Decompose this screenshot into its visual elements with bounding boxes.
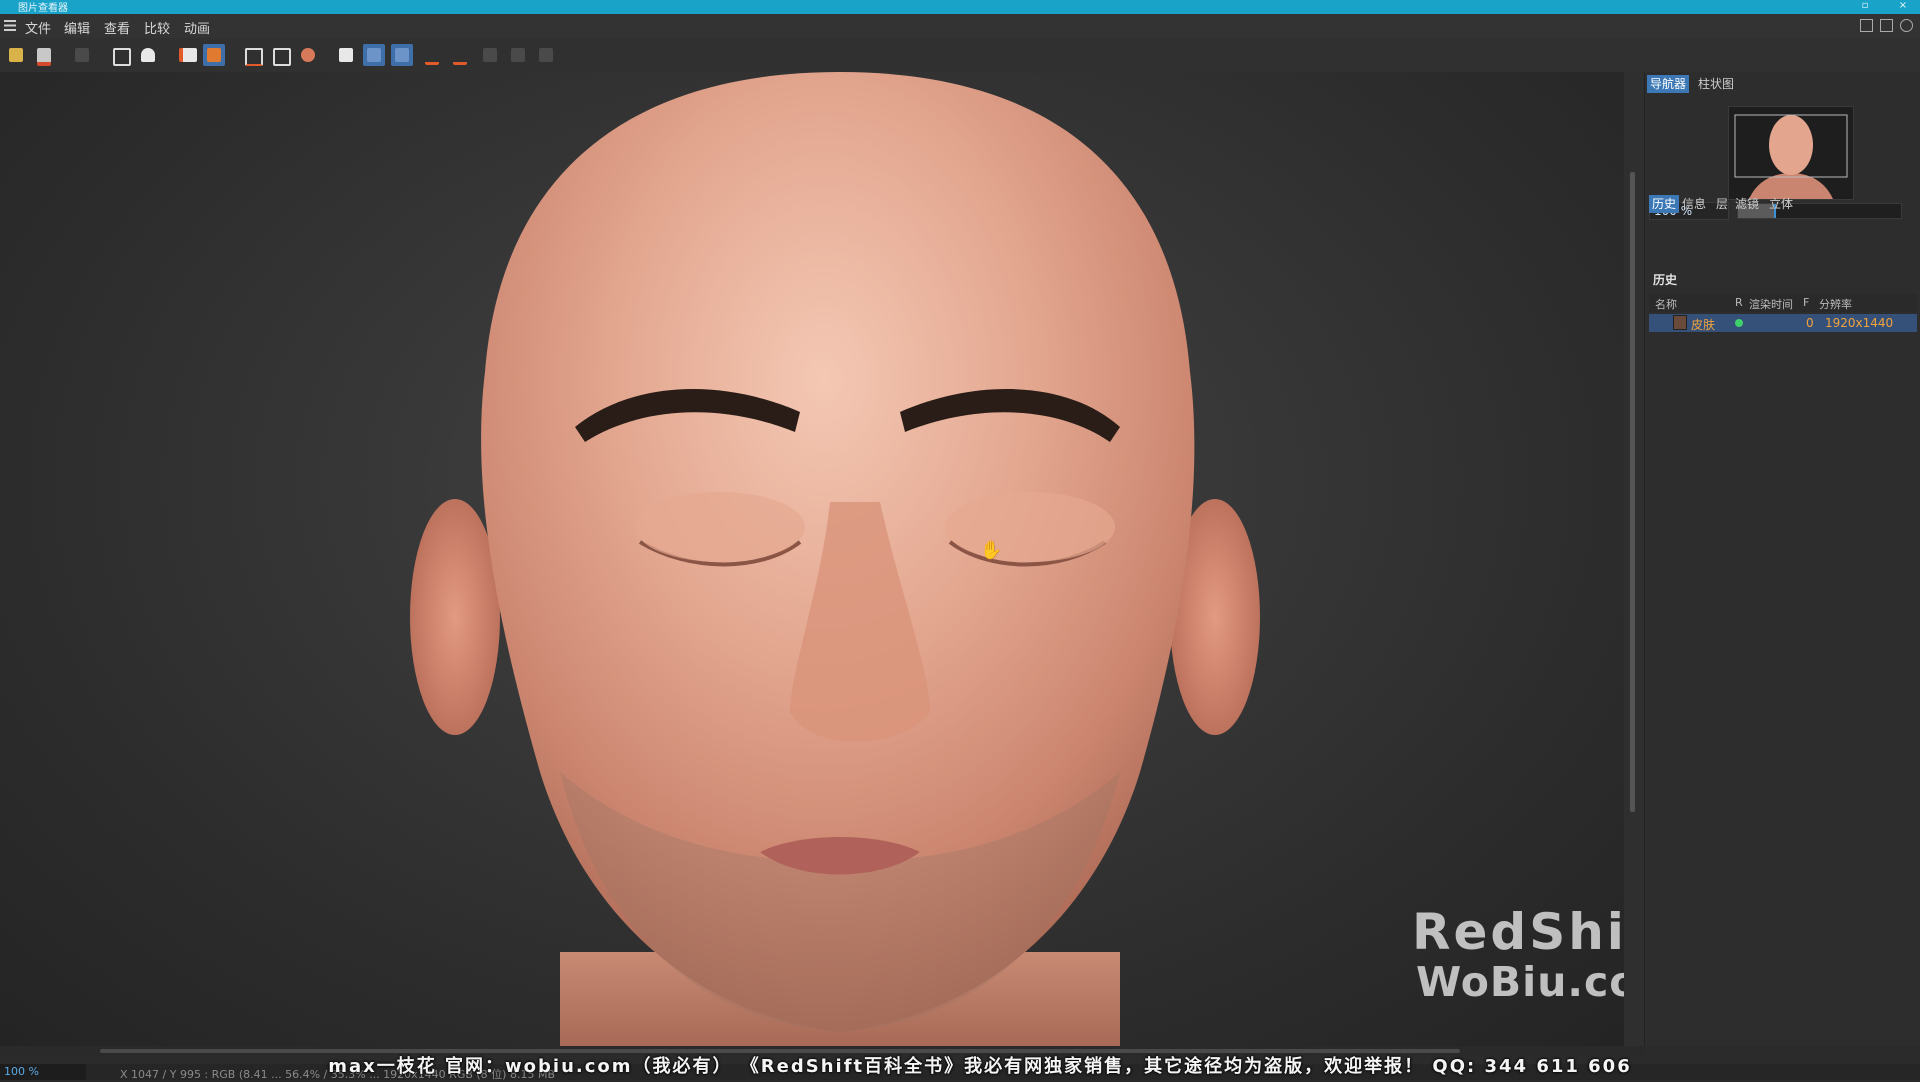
menu-bar: 文件 编辑 查看 比较 动画: [0, 14, 1920, 38]
snapshot-alt-button[interactable]: [269, 44, 291, 66]
navigator-thumbnail[interactable]: [1728, 106, 1854, 200]
tab-info[interactable]: 信息: [1679, 195, 1709, 213]
subtitle-banner: max一枝花 官网：wobiu.com（我必有） 《RedShift百科全书》我…: [328, 1056, 1632, 1077]
toolbar: [0, 38, 1920, 73]
set-a-button[interactable]: [421, 44, 443, 66]
column-name[interactable]: 名称: [1655, 296, 1677, 312]
tab-navigator[interactable]: 导航器: [1647, 75, 1690, 93]
tab-history[interactable]: 历史: [1649, 195, 1680, 213]
column-render-time[interactable]: 渲染时间: [1749, 296, 1793, 312]
menu-edit[interactable]: 编辑: [64, 18, 90, 37]
menu-icon[interactable]: [4, 20, 16, 31]
menu-file[interactable]: 文件: [25, 18, 51, 37]
panel-layout-icon[interactable]: [1860, 19, 1873, 32]
copy-button[interactable]: [175, 44, 197, 66]
expand-icon[interactable]: [1880, 19, 1893, 32]
compare-button[interactable]: [507, 44, 529, 66]
delete-button[interactable]: [71, 44, 93, 66]
scrollbar-thumb[interactable]: [1630, 172, 1635, 812]
open-button[interactable]: [5, 44, 27, 66]
side-panel: 导航器 柱状图 100 % 历史 信息 层 滤镜 立体 历史 名称 R 渲染时间…: [1644, 72, 1920, 1046]
close-icon[interactable]: ×: [1896, 0, 1910, 14]
history-row-resolution: 1920x1440: [1825, 316, 1894, 330]
tab-histogram[interactable]: 柱状图: [1695, 75, 1737, 93]
swap-button[interactable]: [479, 44, 501, 66]
column-frame[interactable]: F: [1803, 296, 1809, 309]
history-table-header: 名称 R 渲染时间 F 分辨率: [1649, 294, 1917, 312]
ab-compare-button[interactable]: [335, 44, 357, 66]
head-render-image: ✋: [410, 72, 1260, 1046]
set-b-button[interactable]: [449, 44, 471, 66]
viewport-vertical-scrollbar[interactable]: [1624, 72, 1644, 1046]
snapshot-button[interactable]: [241, 44, 263, 66]
status-dot-icon: [1735, 319, 1743, 327]
maximize-icon[interactable]: ▫: [1858, 0, 1872, 14]
camera-button[interactable]: [297, 44, 319, 66]
layers-button[interactable]: [203, 44, 225, 66]
column-r[interactable]: R: [1735, 296, 1743, 309]
history-row-frame: 0: [1806, 316, 1814, 330]
column-resolution[interactable]: 分辨率: [1819, 296, 1852, 312]
svg-text:✋: ✋: [980, 539, 1002, 561]
history-row[interactable]: 皮肤 0 1920x1440: [1649, 314, 1917, 332]
menu-animation[interactable]: 动画: [184, 18, 210, 37]
render-viewport[interactable]: ✋ RedShift百科全书 WoBiu.com max一枝花: [0, 72, 1624, 1046]
tab-filters[interactable]: 滤镜: [1732, 195, 1762, 213]
tab-layers[interactable]: 层: [1713, 195, 1731, 213]
thumbnail-image: [1729, 107, 1853, 199]
region-render-button[interactable]: [109, 44, 131, 66]
menu-compare[interactable]: 比较: [144, 18, 170, 37]
save-button[interactable]: [33, 44, 55, 66]
watermark-subtitle: WoBiu.com max一枝花: [1416, 958, 1624, 1006]
menu-view[interactable]: 查看: [104, 18, 130, 37]
history-title: 历史: [1653, 273, 1678, 287]
move-icon[interactable]: [1900, 19, 1913, 32]
split-view-button[interactable]: [363, 44, 385, 66]
history-row-name: 皮肤: [1691, 318, 1716, 332]
user-button[interactable]: [137, 44, 159, 66]
grid-view-button[interactable]: [391, 44, 413, 66]
stereo-button[interactable]: [535, 44, 557, 66]
window-title: 图片查看器: [18, 3, 68, 14]
title-bar: 图片查看器 ▫ ×: [0, 0, 1920, 14]
tab-stereo[interactable]: 立体: [1766, 195, 1796, 213]
render-thumbnail-icon: [1673, 315, 1687, 330]
